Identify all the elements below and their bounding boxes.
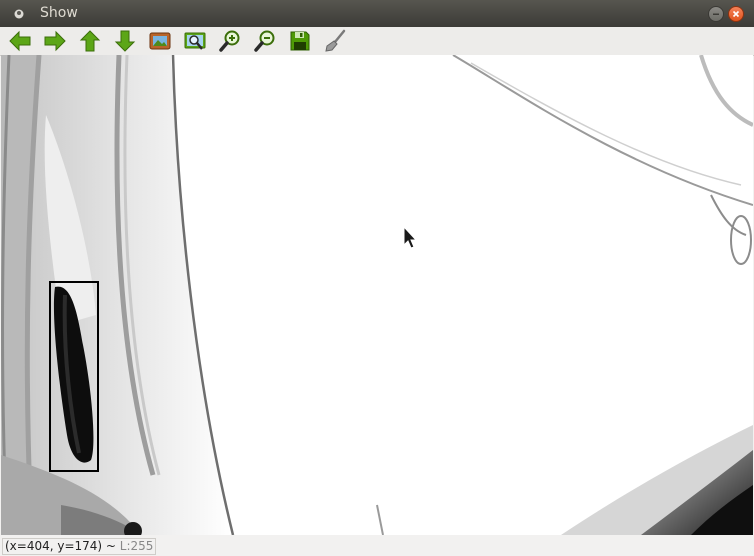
- pan-right-button[interactable]: [43, 29, 67, 53]
- brush-icon: [325, 29, 346, 52]
- status-bar: (x=404, y=174) ~ L:255: [0, 535, 754, 556]
- pixel-level: L:255: [119, 539, 154, 553]
- zoom-in-button[interactable]: [218, 29, 242, 53]
- save-button[interactable]: [288, 29, 312, 53]
- zoom-out-button[interactable]: [253, 29, 277, 53]
- properties-button[interactable]: [323, 29, 347, 53]
- close-button[interactable]: [728, 6, 744, 22]
- pixel-info: (x=404, y=174) ~ L:255: [2, 538, 157, 555]
- image-icon: [149, 32, 171, 50]
- arrow-right-icon: [44, 30, 66, 52]
- pan-left-button[interactable]: [8, 29, 32, 53]
- title-bar[interactable]: Show: [0, 0, 754, 27]
- camera-image: [1, 55, 753, 535]
- toolbar: [0, 27, 754, 56]
- pan-up-button[interactable]: [78, 29, 102, 53]
- arrow-up-icon: [79, 30, 101, 52]
- floppy-disk-icon: [290, 31, 310, 51]
- arrow-left-icon: [9, 30, 31, 52]
- arrow-down-icon: [114, 30, 136, 52]
- zoom-out-icon: [254, 30, 275, 52]
- image-window: Show (x=404, y=174) ~ L:255: [0, 0, 754, 556]
- close-icon: [732, 10, 740, 18]
- image-canvas[interactable]: [1, 55, 753, 535]
- minimize-button[interactable]: [708, 6, 724, 22]
- zoom-fit-button[interactable]: [183, 29, 207, 53]
- zoom-image-icon: [184, 32, 206, 50]
- app-icon: [14, 9, 24, 19]
- pan-down-button[interactable]: [113, 29, 137, 53]
- zoom-reset-button[interactable]: [148, 29, 172, 53]
- window-title: Show: [40, 5, 78, 21]
- cursor-coordinates: (x=404, y=174) ~: [5, 539, 120, 553]
- zoom-in-icon: [219, 30, 240, 52]
- minimize-icon: [713, 13, 719, 15]
